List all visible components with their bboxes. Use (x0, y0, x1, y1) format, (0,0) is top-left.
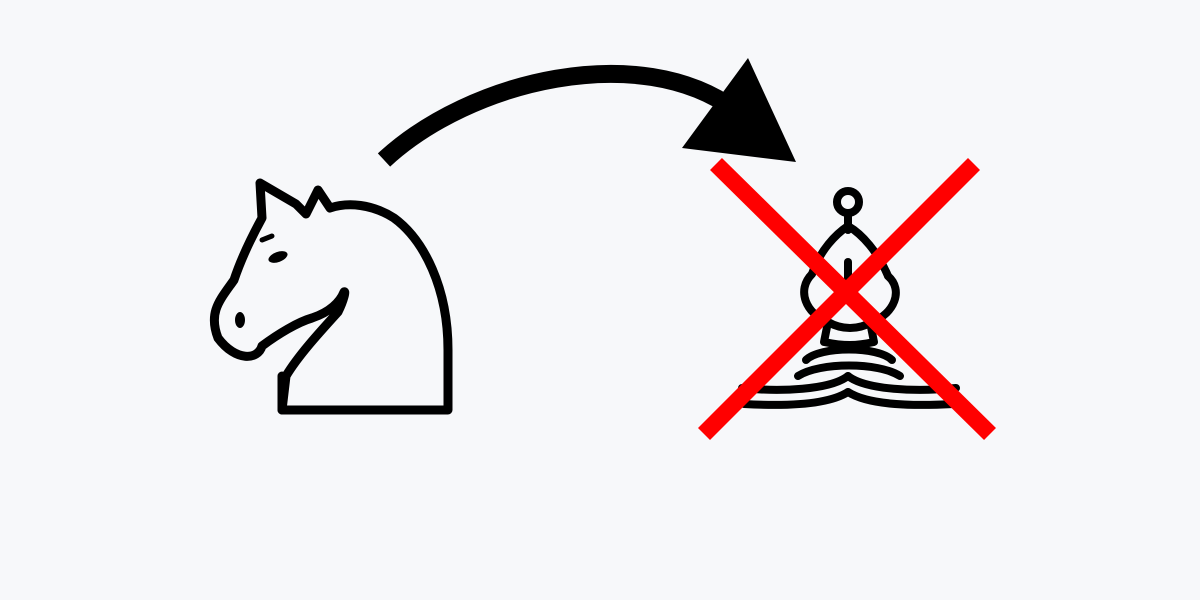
knight-cannot-capture-bishop-diagram (0, 0, 1200, 600)
background (0, 0, 1200, 600)
